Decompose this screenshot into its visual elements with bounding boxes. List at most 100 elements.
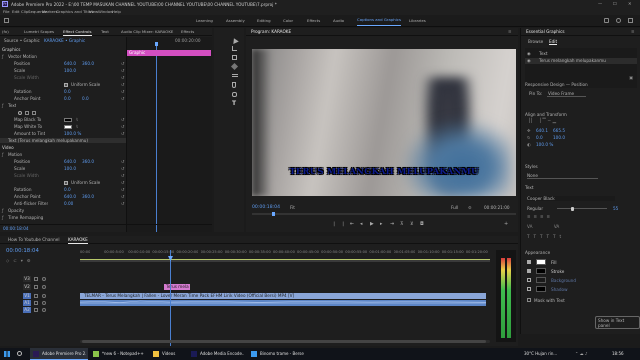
color-swatch[interactable] <box>64 117 72 122</box>
effect-row[interactable]: Time Remapping ƒ <box>0 215 126 220</box>
timeline-timecode[interactable]: 00:00:18:04 <box>6 248 39 254</box>
share-icon[interactable] <box>604 18 609 23</box>
fullscreen-icon[interactable] <box>628 18 633 23</box>
font-size-value[interactable]: 55 <box>613 206 618 211</box>
effect-row[interactable]: Position 640.0 360.0 ↺ <box>0 61 126 66</box>
source-label[interactable]: Source • Graphic <box>4 38 40 44</box>
appearance-row[interactable]: Fill <box>527 259 637 266</box>
taskbar-item[interactable]: Binomo trame - Berset... <box>248 348 306 360</box>
effect-value[interactable]: 0.0 <box>82 96 89 101</box>
quality-dropdown[interactable]: Full <box>451 204 458 212</box>
effect-row[interactable]: Motion ƒ <box>0 152 126 157</box>
taskbar-item[interactable]: Adobe Media Encode... <box>188 348 246 360</box>
reset-icon[interactable]: ↺ <box>121 89 125 94</box>
workspace-assembly[interactable]: Assembly <box>226 15 245 27</box>
track-toggle-icon[interactable] <box>42 301 46 305</box>
reset-icon[interactable]: ↺ <box>121 124 125 129</box>
karaoke-caption[interactable]: TERUS MELANGKAH MELUPAKANMU <box>252 167 516 177</box>
uniform-scale-checkbox[interactable] <box>64 82 68 87</box>
panel-menu-icon[interactable]: ≡ <box>508 28 512 36</box>
appearance-row[interactable]: Background <box>527 277 637 284</box>
work-area-bar[interactable] <box>80 259 490 260</box>
menu-graphics[interactable]: Graphics and Titles <box>56 8 93 15</box>
workspace-color[interactable]: Color <box>283 15 293 27</box>
appearance-checkbox[interactable] <box>527 278 531 282</box>
menu-help[interactable]: Help <box>112 8 121 15</box>
track-header[interactable]: A2 <box>0 307 80 313</box>
fx-toggle-icon[interactable]: ƒ <box>2 215 3 220</box>
taskbar-item[interactable]: Adobe Premiere Pro 2... <box>30 348 88 360</box>
eg-layer-text[interactable]: ◉ Text <box>525 51 637 57</box>
effect-row[interactable]: Vector Motion ƒ <box>0 54 126 59</box>
tab-effects[interactable]: Effects <box>181 28 194 36</box>
mask-pen-icon[interactable] <box>32 110 36 115</box>
track-toggle-icon[interactable] <box>42 285 46 289</box>
taskbar-search-icon[interactable] <box>17 351 22 356</box>
workspace-editing[interactable]: Editing <box>257 15 271 27</box>
eyedropper-icon[interactable]: ⌇ <box>76 117 78 122</box>
reset-icon[interactable]: ↺ <box>121 82 125 87</box>
effect-row[interactable] <box>0 110 126 115</box>
minimize-button[interactable]: — <box>598 1 602 6</box>
reset-icon[interactable]: ↺ <box>121 131 125 136</box>
settings-icon[interactable]: ⚙ <box>27 258 35 263</box>
pin-to-dropdown[interactable]: Video Frame <box>547 91 587 97</box>
effect-row[interactable]: Rotation 0.0 ↺ <box>0 187 126 192</box>
effect-mini-timeline[interactable]: 00:00:20:00 Graphic <box>126 37 212 232</box>
timeline-tab-howto[interactable]: How To Youtube Channel <box>8 236 59 244</box>
fit-dropdown[interactable]: Fit <box>290 204 295 212</box>
pen-tool-icon[interactable] <box>232 82 236 88</box>
timeline-tab-karaoke[interactable]: KARAOKE <box>68 236 88 244</box>
tracking-icon[interactable]: VA <box>527 224 532 229</box>
track-header[interactable]: V3 <box>0 276 80 282</box>
tray-icons[interactable]: ⌃ ☁ ♪ <box>575 348 587 360</box>
mask-ellipse-icon[interactable] <box>18 110 22 115</box>
effect-row[interactable]: Video <box>0 145 126 150</box>
uniform-scale-checkbox[interactable] <box>64 180 68 185</box>
lift-icon[interactable]: ⊼ <box>400 221 404 229</box>
program-video-frame[interactable]: TERUS MELANGKAH MELUPAKANMU <box>252 49 516 196</box>
effect-value[interactable]: 640.0 <box>64 194 76 199</box>
effect-row[interactable]: Text ƒ <box>0 103 126 108</box>
razor-tool-icon[interactable] <box>230 62 239 71</box>
workspace-captions-graphics[interactable]: Captions and Graphics <box>357 15 402 26</box>
mask-rect-icon[interactable] <box>25 110 29 115</box>
fx-toggle-icon[interactable]: ƒ <box>2 208 3 213</box>
track-lock-icon[interactable] <box>34 285 38 289</box>
effect-row[interactable]: Scale 100.0 ↺ <box>0 166 126 171</box>
effect-row[interactable]: Scale 100.0 ↺ <box>0 68 126 73</box>
reset-icon[interactable]: ↺ <box>121 68 125 73</box>
track-header[interactable]: V1 <box>0 293 80 299</box>
program-timecode[interactable]: 00:00:18:04 <box>252 204 280 212</box>
eg-browse-tab[interactable]: Browse <box>528 39 543 44</box>
effect-value[interactable]: 0.0 <box>64 89 71 94</box>
font-size-knob[interactable] <box>571 206 574 211</box>
add-button-icon[interactable]: + <box>504 221 508 227</box>
eg-opacity[interactable]: 100.0 % <box>536 142 553 147</box>
mark-out-icon[interactable]: ❘ <box>341 221 345 229</box>
effect-value[interactable]: 0.0 <box>64 96 71 101</box>
appearance-checkbox[interactable] <box>527 260 531 264</box>
scroll-thumb[interactable] <box>82 340 486 343</box>
type-tool-icon[interactable]: T <box>232 100 236 107</box>
eg-pos-y[interactable]: 665.5 <box>553 128 565 133</box>
effect-value[interactable]: 640.0 <box>64 159 76 164</box>
reset-icon[interactable]: ↺ <box>121 187 125 192</box>
reset-icon[interactable]: ↺ <box>121 194 125 199</box>
effect-row[interactable]: Scale Width ↺ <box>0 173 126 178</box>
menu-view[interactable]: View <box>89 8 98 15</box>
track-header[interactable]: V2 <box>0 284 80 290</box>
appearance-row[interactable]: Shadow <box>527 286 637 293</box>
eg-tab[interactable]: Essential Graphics <box>526 28 565 36</box>
effect-row[interactable]: Uniform Scale ↺ <box>0 82 126 87</box>
extract-icon[interactable]: ⊻ <box>410 221 414 229</box>
eye-icon[interactable]: ◉ <box>527 58 531 64</box>
close-button[interactable]: ✕ <box>628 1 632 6</box>
effect-value[interactable]: 100.0 <box>64 68 76 73</box>
mask-checkbox[interactable] <box>527 298 531 302</box>
eg-layer-terus[interactable]: ◉ Terus melangkah melupakanmu <box>525 58 637 64</box>
reset-icon[interactable]: ↺ <box>121 96 125 101</box>
ripple-edit-tool-icon[interactable] <box>232 55 237 60</box>
mark-in-icon[interactable]: ❘ <box>332 221 336 229</box>
maximize-button[interactable]: ☐ <box>613 1 617 6</box>
